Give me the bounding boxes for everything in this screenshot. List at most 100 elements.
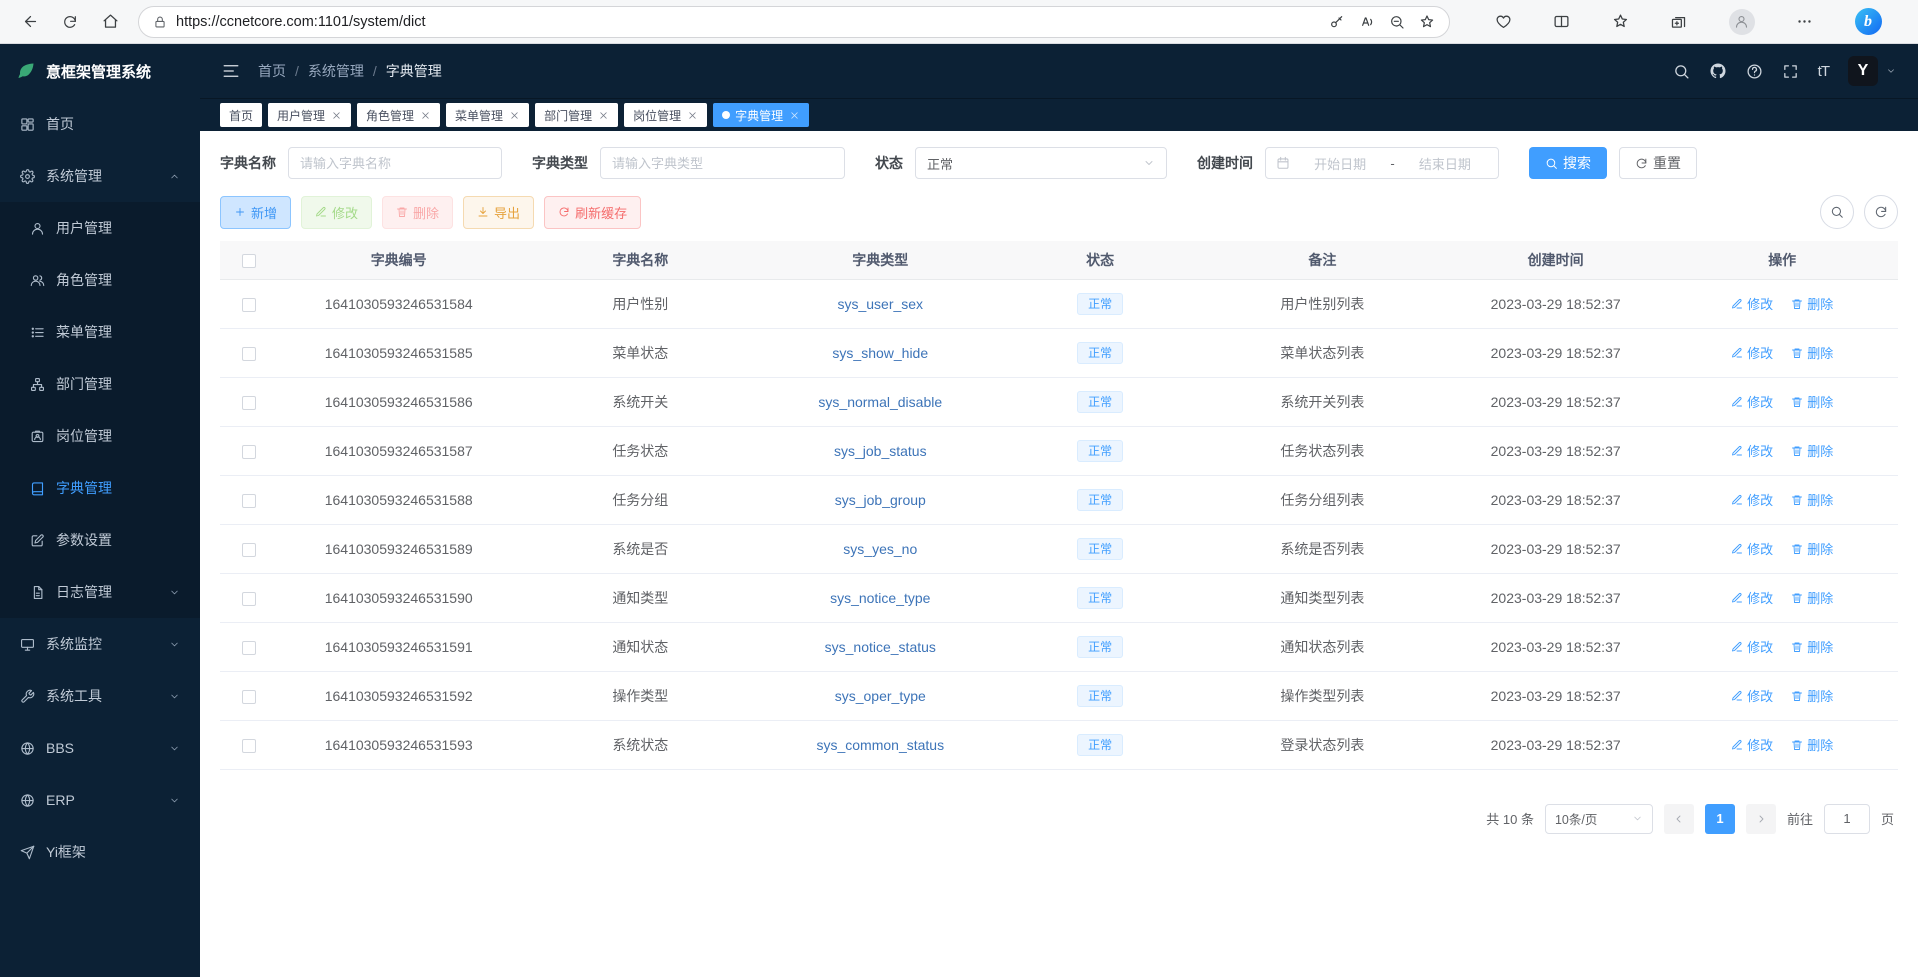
sidebar-item-7[interactable]: 字典管理 <box>0 462 200 514</box>
dict-type-link[interactable]: sys_notice_type <box>830 590 930 606</box>
delete-button[interactable]: 删除 <box>382 196 453 229</box>
browser-essentials-icon[interactable] <box>1495 13 1512 30</box>
row-edit-button[interactable]: 修改 <box>1731 343 1773 362</box>
sidebar-item-0[interactable]: 首页 <box>0 98 200 150</box>
profile-avatar[interactable] <box>1729 9 1755 35</box>
page-size-select[interactable]: 10条/页 <box>1545 804 1653 834</box>
url-text[interactable]: https://ccnetcore.com:1101/system/dict <box>176 14 1320 30</box>
refresh-cache-button[interactable]: 刷新缓存 <box>544 196 641 229</box>
zoom-icon[interactable] <box>1389 14 1405 30</box>
split-screen-icon[interactable] <box>1553 13 1570 30</box>
back-button[interactable] <box>12 5 48 39</box>
sidebar-item-4[interactable]: 菜单管理 <box>0 306 200 358</box>
password-key-icon[interactable] <box>1329 14 1345 30</box>
row-edit-button[interactable]: 修改 <box>1731 686 1773 705</box>
row-checkbox[interactable] <box>242 445 256 459</box>
breadcrumb-item[interactable]: 系统管理 <box>308 61 364 81</box>
select-all-checkbox[interactable] <box>242 254 256 268</box>
tab-item-4[interactable]: 部门管理 <box>535 103 618 127</box>
sidebar-item-9[interactable]: 日志管理 <box>0 566 200 618</box>
row-edit-button[interactable]: 修改 <box>1731 637 1773 656</box>
show-search-button[interactable] <box>1820 195 1854 229</box>
lock-icon[interactable] <box>153 15 167 29</box>
app-logo[interactable]: 意框架管理系统 <box>0 44 200 98</box>
row-delete-button[interactable]: 删除 <box>1791 294 1833 313</box>
row-checkbox[interactable] <box>242 298 256 312</box>
row-checkbox[interactable] <box>242 690 256 704</box>
sidebar-item-3[interactable]: 角色管理 <box>0 254 200 306</box>
row-checkbox[interactable] <box>242 543 256 557</box>
refresh-table-button[interactable] <box>1864 195 1898 229</box>
row-edit-button[interactable]: 修改 <box>1731 441 1773 460</box>
github-button[interactable] <box>1709 62 1727 80</box>
sidebar-item-11[interactable]: 系统工具 <box>0 670 200 722</box>
row-edit-button[interactable]: 修改 <box>1731 539 1773 558</box>
row-checkbox[interactable] <box>242 347 256 361</box>
tab-close-icon[interactable] <box>420 110 431 121</box>
row-edit-button[interactable]: 修改 <box>1731 392 1773 411</box>
dict-type-link[interactable]: sys_oper_type <box>835 688 926 704</box>
goto-page-input[interactable] <box>1824 804 1870 834</box>
dict-type-link[interactable]: sys_yes_no <box>843 541 917 557</box>
address-bar[interactable]: https://ccnetcore.com:1101/system/dict <box>138 6 1450 38</box>
page-number-button[interactable]: 1 <box>1705 804 1735 834</box>
tab-close-icon[interactable] <box>598 110 609 121</box>
tab-close-icon[interactable] <box>789 110 800 121</box>
reload-button[interactable] <box>52 5 88 39</box>
row-checkbox[interactable] <box>242 494 256 508</box>
tab-close-icon[interactable] <box>331 110 342 121</box>
dict-type-input[interactable] <box>600 147 845 179</box>
tab-item-2[interactable]: 角色管理 <box>357 103 440 127</box>
row-delete-button[interactable]: 删除 <box>1791 735 1833 754</box>
header-search-button[interactable] <box>1673 63 1690 80</box>
add-button[interactable]: 新增 <box>220 196 291 229</box>
dict-type-link[interactable]: sys_job_status <box>834 443 927 459</box>
breadcrumb-item[interactable]: 首页 <box>258 61 286 81</box>
row-checkbox[interactable] <box>242 641 256 655</box>
tab-item-6[interactable]: 字典管理 <box>713 103 809 127</box>
next-page-button[interactable] <box>1746 804 1776 834</box>
row-delete-button[interactable]: 删除 <box>1791 588 1833 607</box>
sidebar-item-5[interactable]: 部门管理 <box>0 358 200 410</box>
dict-type-link[interactable]: sys_user_sex <box>837 296 923 312</box>
bing-icon[interactable]: b <box>1855 8 1882 35</box>
row-delete-button[interactable]: 删除 <box>1791 343 1833 362</box>
reset-button[interactable]: 重置 <box>1619 147 1697 179</box>
tab-item-1[interactable]: 用户管理 <box>268 103 351 127</box>
row-delete-button[interactable]: 删除 <box>1791 490 1833 509</box>
tab-close-icon[interactable] <box>509 110 520 121</box>
export-button[interactable]: 导出 <box>463 196 534 229</box>
home-button[interactable] <box>92 5 128 39</box>
browser-menu-icon[interactable] <box>1796 13 1813 30</box>
font-size-button[interactable]: tT <box>1818 64 1829 79</box>
row-delete-button[interactable]: 删除 <box>1791 637 1833 656</box>
sidebar-item-14[interactable]: Yi框架 <box>0 826 200 878</box>
user-avatar[interactable]: Y <box>1848 56 1878 86</box>
row-edit-button[interactable]: 修改 <box>1731 294 1773 313</box>
row-delete-button[interactable]: 删除 <box>1791 441 1833 460</box>
sidebar-item-12[interactable]: BBS <box>0 722 200 774</box>
dict-type-link[interactable]: sys_show_hide <box>832 345 928 361</box>
sidebar-toggle-button[interactable] <box>222 62 240 80</box>
tab-item-5[interactable]: 岗位管理 <box>624 103 707 127</box>
row-checkbox[interactable] <box>242 396 256 410</box>
row-edit-button[interactable]: 修改 <box>1731 735 1773 754</box>
sidebar-item-6[interactable]: 岗位管理 <box>0 410 200 462</box>
prev-page-button[interactable] <box>1664 804 1694 834</box>
dict-type-link[interactable]: sys_common_status <box>816 737 944 753</box>
row-delete-button[interactable]: 删除 <box>1791 686 1833 705</box>
tab-item-3[interactable]: 菜单管理 <box>446 103 529 127</box>
edit-button[interactable]: 修改 <box>301 196 372 229</box>
row-edit-button[interactable]: 修改 <box>1731 490 1773 509</box>
sidebar-item-13[interactable]: ERP <box>0 774 200 826</box>
sidebar-item-8[interactable]: 参数设置 <box>0 514 200 566</box>
help-button[interactable] <box>1746 63 1763 80</box>
row-delete-button[interactable]: 删除 <box>1791 392 1833 411</box>
date-range-picker[interactable]: 开始日期 - 结束日期 <box>1265 147 1499 179</box>
add-favorite-icon[interactable] <box>1419 14 1435 30</box>
favorites-icon[interactable] <box>1612 13 1629 30</box>
search-button[interactable]: 搜索 <box>1529 147 1607 179</box>
collections-icon[interactable] <box>1670 13 1687 30</box>
sidebar-item-2[interactable]: 用户管理 <box>0 202 200 254</box>
dict-name-input[interactable] <box>288 147 502 179</box>
